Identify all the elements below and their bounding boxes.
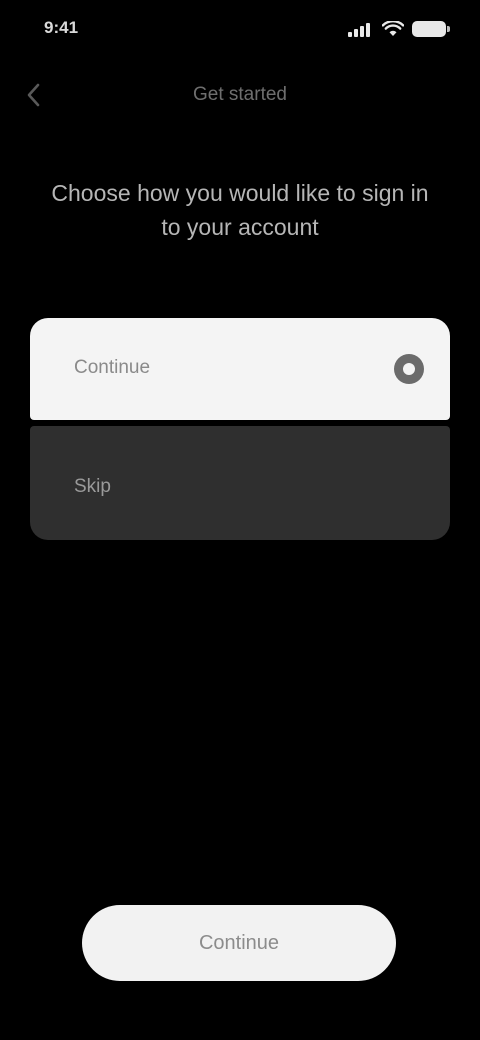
signal-icon [348, 21, 374, 37]
battery-icon [412, 21, 450, 37]
nav-bar: Get started [0, 70, 480, 122]
option-card-unselected[interactable]: Skip [30, 426, 450, 540]
radio-selected-icon [394, 354, 424, 384]
status-time: 9:41 [44, 18, 79, 37]
continue-button[interactable]: Continue [82, 905, 396, 981]
status-icons [348, 20, 450, 38]
option-card-selected[interactable]: Continue [30, 318, 450, 420]
status-bar: 9:41 [0, 0, 480, 56]
page-heading: Choose how you would like to sign in to … [51, 180, 429, 240]
option-label: Continue [74, 357, 151, 378]
wifi-icon [382, 21, 404, 36]
nav-title: Get started [193, 84, 287, 105]
option-label: Skip [74, 476, 111, 497]
